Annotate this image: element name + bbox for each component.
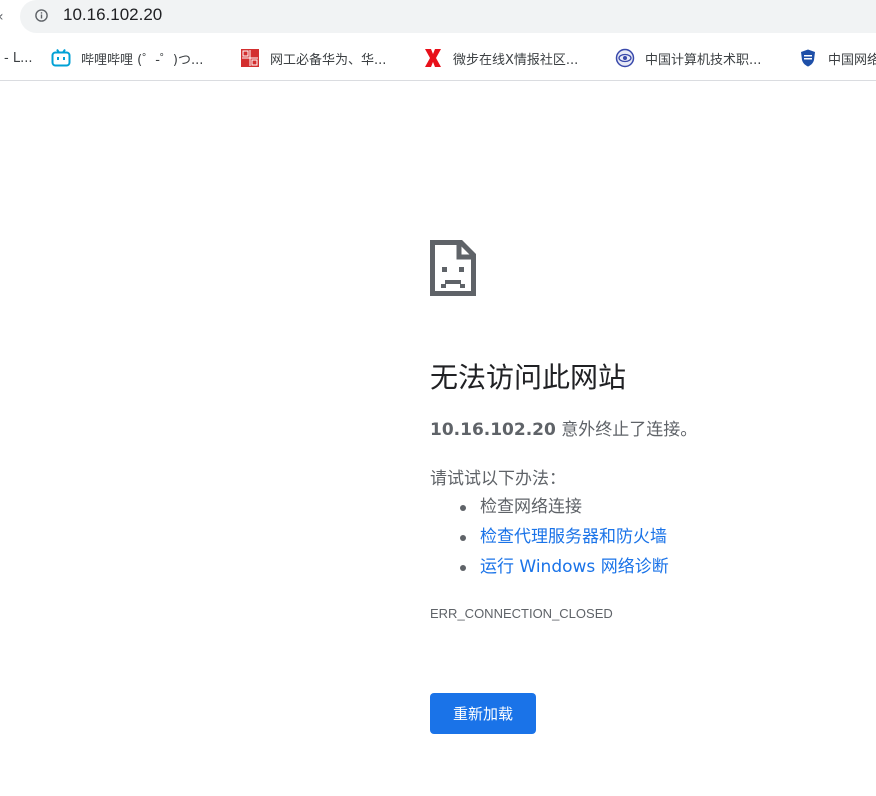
suggestions-list: 检查网络连接 检查代理服务器和防火墙 运行 Windows 网络诊断 (430, 492, 669, 582)
bookmark-item[interactable]: 中国网络 (798, 44, 876, 72)
link-check-proxy-firewall[interactable]: 检查代理服务器和防火墙 (480, 527, 667, 547)
page-title: 无法访问此网站 (430, 361, 627, 394)
error-summary-text: 意外终止了连接。 (555, 420, 698, 440)
suggestion-check-network: 检查网络连接 (480, 497, 582, 517)
bookmark-item[interactable]: 网工必备华为、华... (240, 44, 386, 72)
bookmark-item[interactable]: 微步在线X情报社区... (423, 44, 578, 72)
suggestion-item: 检查网络连接 (430, 492, 669, 522)
bilibili-tv-icon (51, 48, 71, 67)
bookmark-item[interactable]: - L... (4, 44, 32, 72)
reload-button[interactable]: 重新加载 (430, 693, 536, 734)
address-url[interactable]: 10.16.102.20 (63, 5, 162, 25)
red-seal-icon (241, 49, 259, 67)
error-summary: 10.16.102.20 意外终止了连接。 (430, 415, 697, 440)
bookmark-item[interactable]: 中国计算机技术职... (615, 44, 761, 72)
bookmark-label: 哔哩哔哩 (゜-゜)つ... (81, 52, 204, 68)
bookmark-label: 中国计算机技术职... (645, 52, 762, 68)
suggestions-heading: 请试试以下办法： (430, 469, 566, 489)
bookmark-item[interactable]: 哔哩哔哩 (゜-゜)つ... (51, 44, 203, 72)
browser-toolbar: ‹ 10.16.102.20 - L... 哔哩哔哩 (゜-゜)つ... (0, 0, 876, 81)
bookmark-label: 网工必备华为、华... (270, 52, 387, 68)
link-run-network-diagnostics[interactable]: 运行 Windows 网络诊断 (480, 557, 669, 577)
chevron-left-icon[interactable]: ‹ (0, 9, 4, 25)
info-icon[interactable] (35, 9, 48, 22)
address-bar[interactable]: 10.16.102.20 (20, 0, 876, 33)
bookmark-label: - L... (4, 50, 33, 66)
shield-emblem-icon (801, 49, 815, 67)
suggestion-item: 运行 Windows 网络诊断 (430, 552, 669, 582)
bookmarks-bar: - L... 哔哩哔哩 (゜-゜)つ... 网工必备华为、华... 微步在线X情… (0, 44, 876, 72)
bookmark-label: 微步在线X情报社区... (453, 52, 579, 68)
error-host: 10.16.102.20 (430, 420, 556, 440)
bookmark-label: 中国网络 (828, 52, 876, 68)
red-x-icon (425, 49, 441, 67)
eye-globe-icon (615, 48, 635, 68)
suggestion-item: 检查代理服务器和防火墙 (430, 522, 669, 552)
error-code: ERR_CONNECTION_CLOSED (430, 606, 613, 621)
sad-document-icon (430, 240, 476, 296)
